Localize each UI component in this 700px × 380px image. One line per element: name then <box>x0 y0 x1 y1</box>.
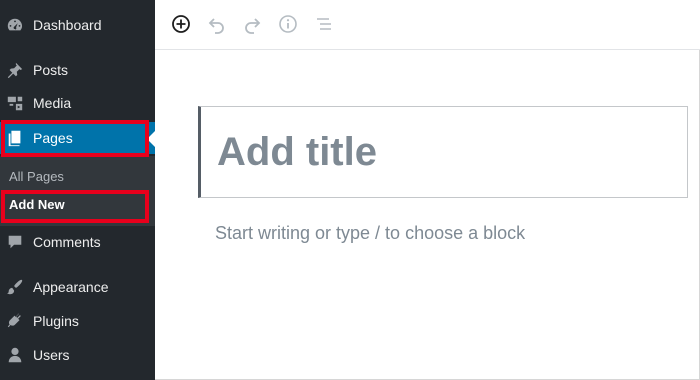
sidebar-item-dashboard[interactable]: Dashboard <box>0 10 155 40</box>
sidebar-item-label: Comments <box>33 234 101 250</box>
sidebar-item-label: Dashboard <box>33 17 102 33</box>
post-title-placeholder[interactable]: Add title <box>217 130 377 175</box>
plug-icon <box>6 312 24 330</box>
sidebar-item-appearance[interactable]: Appearance <box>0 272 155 302</box>
sidebar-item-label: Appearance <box>33 279 109 295</box>
pin-icon <box>6 61 24 79</box>
default-block-appender[interactable]: Start writing or type / to choose a bloc… <box>215 223 525 244</box>
user-icon <box>6 346 24 364</box>
sidebar-item-posts[interactable]: Posts <box>0 55 155 85</box>
add-block-icon[interactable] <box>170 13 192 35</box>
media-icon <box>6 94 24 112</box>
paintbrush-icon <box>6 278 24 296</box>
sidebar-item-users[interactable]: Users <box>0 340 155 370</box>
undo-icon[interactable] <box>206 13 228 35</box>
sidebar-item-label: Users <box>33 347 70 363</box>
sidebar-item-label: Plugins <box>33 313 79 329</box>
sidebar-item-comments[interactable]: Comments <box>0 227 155 257</box>
redo-icon[interactable] <box>241 13 263 35</box>
pages-highlight-box <box>1 120 149 157</box>
sidebar-item-label: Posts <box>33 62 69 78</box>
submenu-item-all-pages[interactable]: All Pages <box>9 169 64 184</box>
post-title-block[interactable]: Add title <box>198 106 688 198</box>
outline-icon[interactable] <box>313 13 335 35</box>
info-icon[interactable] <box>277 13 299 35</box>
dashboard-icon <box>6 16 24 34</box>
sidebar-item-label: Media <box>33 95 72 111</box>
comment-icon <box>6 233 24 251</box>
sidebar-item-media[interactable]: Media <box>0 88 155 118</box>
add-new-highlight-box <box>1 190 149 223</box>
editor-toolbar <box>155 0 700 50</box>
sidebar-item-plugins[interactable]: Plugins <box>0 306 155 336</box>
